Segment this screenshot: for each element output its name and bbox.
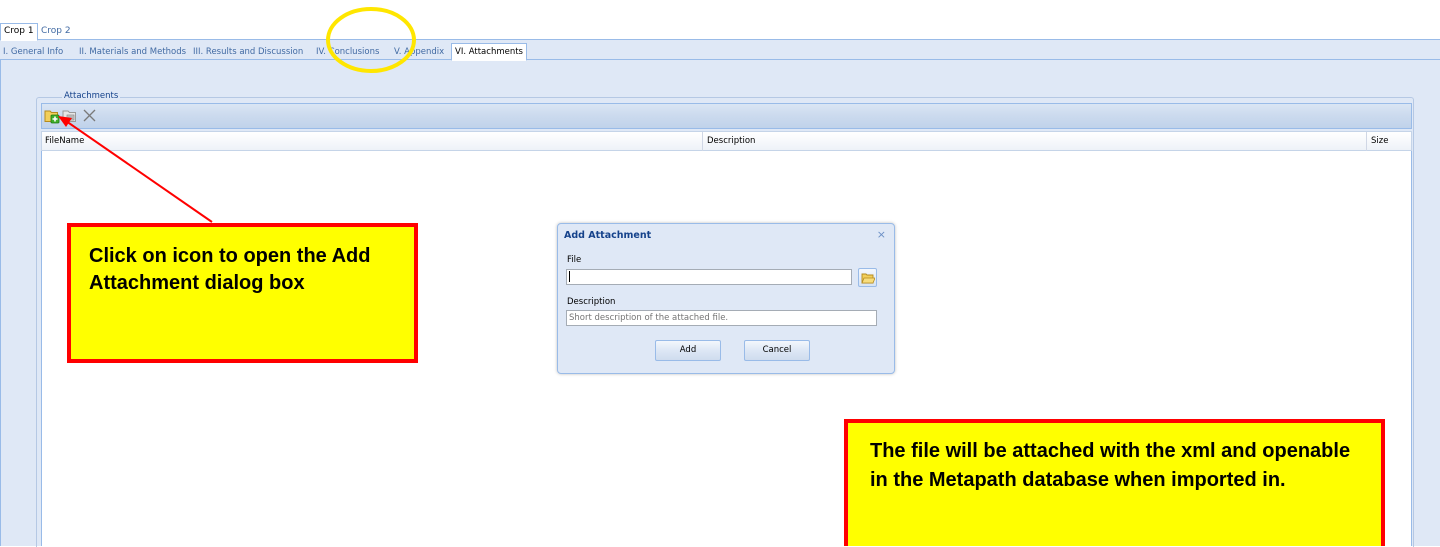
icon-hint-callout: Click on icon to open the Add Attachment… xyxy=(67,223,418,363)
pointer-arrow-head xyxy=(58,116,72,127)
file-note-callout: The file will be attached with the xml a… xyxy=(844,419,1385,546)
pointer-arrow-line xyxy=(65,120,213,223)
tab-crop-1[interactable]: Crop 1 xyxy=(0,23,38,41)
highlight-circle xyxy=(326,7,416,73)
tab-attachments[interactable]: VI. Attachments xyxy=(451,43,527,61)
